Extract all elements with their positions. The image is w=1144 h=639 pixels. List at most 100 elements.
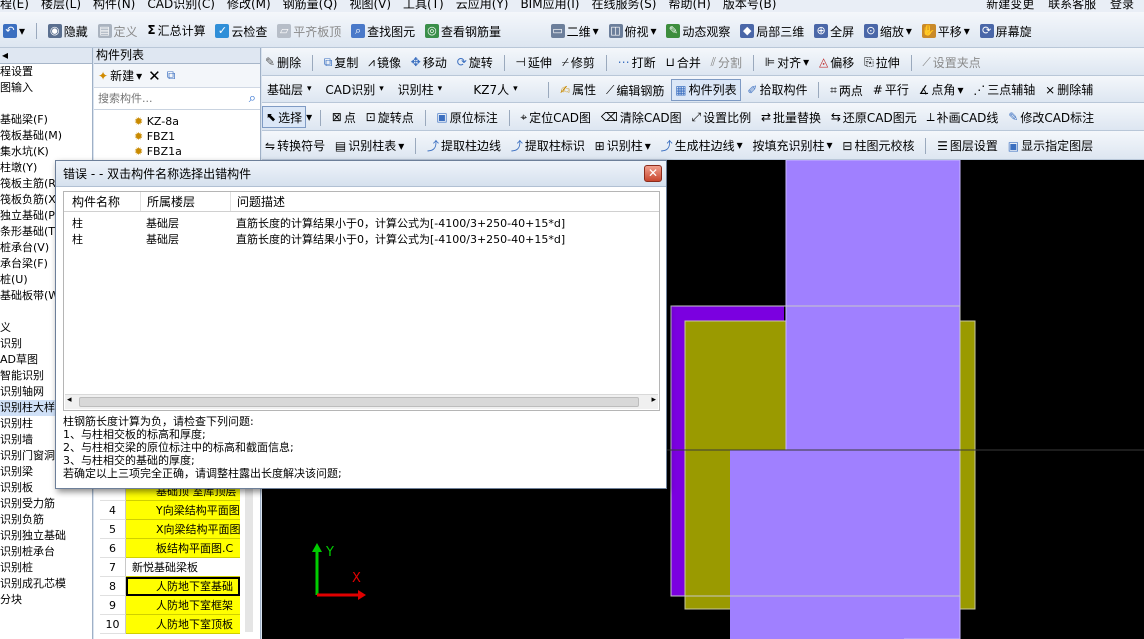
drawing-list-scrollbar[interactable] [245,482,253,632]
menu-login[interactable]: 登录 [1110,0,1134,10]
identify-column-select[interactable]: 识别柱 [393,79,465,99]
cloud-check-button[interactable]: ✓ 云检查 [212,20,270,42]
scroll-thumb[interactable] [79,397,639,407]
delete-aux-button[interactable]: ⨯ 删除辅 [1042,79,1096,101]
left-nav-item[interactable]: 集水坑(K) [0,144,92,160]
identify-table-dropdown[interactable]: ▤ 识别柱表 ▾ [332,135,407,157]
drawing-row[interactable]: 10 人防地下室顶板 [100,615,240,634]
drawing-row[interactable]: 4 Y向梁结构平面图 [100,501,240,520]
fill-identify-dropdown[interactable]: 按填充识别柱 ▾ [750,134,836,156]
left-nav-item[interactable]: 基础梁(F) [0,112,92,128]
left-nav-item[interactable]: 识别桩承台 [0,544,92,560]
break-button[interactable]: ⋯ 打断 [615,51,659,73]
align-dropdown[interactable]: ⊫ 对齐 ▾ [762,51,813,73]
split-button[interactable]: ⫽ 分割 [708,52,745,74]
patch-cad-button[interactable]: ⟂ 补画CAD线 [924,107,1002,129]
copy-component-icon[interactable]: ⧉ [167,68,176,83]
menu-item[interactable]: 工具(T) [403,0,444,10]
generate-edge-dropdown[interactable]: ⤴ 生成柱边线 ▾ [658,134,746,156]
menu-item[interactable]: CAD识别(C) [147,0,215,10]
menu-contact-support[interactable]: 联系客服 [1048,0,1096,10]
convert-symbol-button[interactable]: ⇋ 转换符号 [262,135,328,157]
table-row[interactable]: 柱 基础层 直筋长度的计算结果小于0，计算公式为[-4100/3+250-40+… [64,232,659,248]
zoom-dropdown[interactable]: ⊙ 缩放 ▾ [861,20,915,42]
edit-rebar-button[interactable]: ⟋ 编辑钢筋 [603,79,667,101]
clear-cad-button[interactable]: ⌫ 清除CAD图 [598,106,685,128]
merge-button[interactable]: ⊔ 合并 [662,51,703,73]
left-nav-item[interactable]: 识别独立基础 [0,528,92,544]
move-button[interactable]: ✥ 移动 [408,51,450,73]
left-nav-item[interactable]: 图输入 [0,80,92,96]
copy-button[interactable]: ⧉ 复制 [321,52,362,74]
drawing-row[interactable]: 5 X向梁结构平面图 [100,520,240,539]
left-nav-item[interactable]: 程设置 [0,64,92,80]
parallel-button[interactable]: # 平行 [870,79,912,101]
top-view-dropdown[interactable]: ◫ 俯视 ▾ [606,20,660,42]
menu-item[interactable]: 钢筋量(Q) [283,0,338,10]
left-nav-item[interactable] [0,96,92,112]
define-button[interactable]: ▤ 定义 [95,20,141,42]
menu-item[interactable]: 楼层(L) [41,0,81,10]
batch-replace-button[interactable]: ⇄ 批量替换 [758,106,824,128]
menu-item[interactable]: 云应用(Y) [456,0,509,10]
extract-mark-button[interactable]: ⤴ 提取柱标识 [508,134,588,156]
tree-item[interactable]: ✹ KZ-8a [94,114,260,129]
two-point-button[interactable]: ⌗ 两点 [827,79,866,101]
left-nav-item[interactable]: 分块 [0,592,92,608]
component-search-input[interactable] [98,92,249,105]
point-angle-dropdown[interactable]: ∡ 点角 ▾ [916,79,967,101]
pan-dropdown[interactable]: ✋ 平移 ▾ [919,20,973,42]
menu-item[interactable]: 程(E) [0,0,29,10]
menu-item[interactable]: 帮助(H) [668,0,710,10]
menu-new-change[interactable]: 新建变更 [986,0,1034,10]
find-element-button[interactable]: ⌕ 查找图元 [348,20,418,42]
drawing-row[interactable]: 7 新悦基础梁板 [100,558,240,577]
component-list-button[interactable]: ▦ 构件列表 [671,78,741,101]
show-layer-button[interactable]: ▣ 显示指定图层 [1005,135,1096,157]
trim-button[interactable]: ⌿ 修剪 [559,52,598,74]
menu-item[interactable]: 构件(N) [93,0,135,10]
scroll-left-icon[interactable]: ◂ [67,395,72,405]
dynamic-observe-button[interactable]: ✎ 动态观察 [663,20,733,42]
scroll-right-icon[interactable]: ▸ [651,395,656,405]
property-button[interactable]: ✍ 属性 [557,79,599,101]
view-2d-dropdown[interactable]: ▭ 二维 ▾ [548,20,602,42]
menu-item[interactable]: 版本号(B) [723,0,777,10]
locate-cad-button[interactable]: ⌖ 定位CAD图 [517,107,594,129]
fullscreen-button[interactable]: ⊕ 全屏 [811,20,857,42]
left-nav-item[interactable]: 筏板基础(M) [0,128,92,144]
modify-cad-button[interactable]: ✎ 修改CAD标注 [1005,106,1097,128]
set-grip-button[interactable]: ⟋ 设置夹点 [919,52,983,74]
three-point-aux-button[interactable]: ⋰ 三点辅轴 [970,79,1038,101]
drawing-row[interactable]: 8 人防地下室基础 [100,577,240,596]
drawing-row[interactable]: 9 人防地下室框架 [100,596,240,615]
undo-button[interactable]: ↶ ▾ [0,20,28,42]
select-dropdown[interactable]: ⬉ 选择 [262,106,307,128]
offset-button[interactable]: ◬ 偏移 [816,51,857,73]
extract-edge-button[interactable]: ⤴ 提取柱边线 [424,134,504,156]
new-component-button[interactable]: ✦ 新建 ▾ [98,67,142,84]
table-row[interactable]: 柱 基础层 直筋长度的计算结果小于0，计算公式为[-4100/3+250-40+… [64,216,659,232]
column-check-button[interactable]: ⊟ 柱图元校核 [839,135,917,157]
component-select[interactable]: KZ7人 [468,79,540,99]
delete-component-icon[interactable]: ✕ [148,67,161,85]
left-nav-item[interactable]: 识别成孔芯模 [0,576,92,592]
drawing-row[interactable]: 6 板结构平面图.C [100,539,240,558]
menu-item[interactable]: BIM应用(I) [520,0,579,10]
in-place-mark-button[interactable]: ▣ 原位标注 [433,106,500,128]
left-nav-item[interactable]: 识别受力筋 [0,496,92,512]
hide-button[interactable]: ◉ 隐藏 [45,20,91,42]
extend-button[interactable]: ⊣ 延伸 [512,51,554,73]
view-rebar-button[interactable]: ◎ 查看钢筋量 [422,20,504,42]
rotate-point-button[interactable]: ⊡ 旋转点 [363,106,417,128]
col-description[interactable]: 问题描述 [230,192,659,211]
left-nav-item[interactable]: 识别桩 [0,560,92,576]
tree-item[interactable]: ✹ FBZ1 [94,129,260,144]
col-component-name[interactable]: 构件名称 [64,192,140,211]
floor-select[interactable]: 基础层 [262,79,317,99]
menu-item[interactable]: 修改(M) [227,0,271,10]
close-button[interactable]: ✕ [644,165,662,182]
menu-item[interactable]: 视图(V) [349,0,391,10]
stretch-button[interactable]: ⎘ 拉伸 [861,52,903,74]
point-button[interactable]: ⊠ 点 [329,106,359,128]
